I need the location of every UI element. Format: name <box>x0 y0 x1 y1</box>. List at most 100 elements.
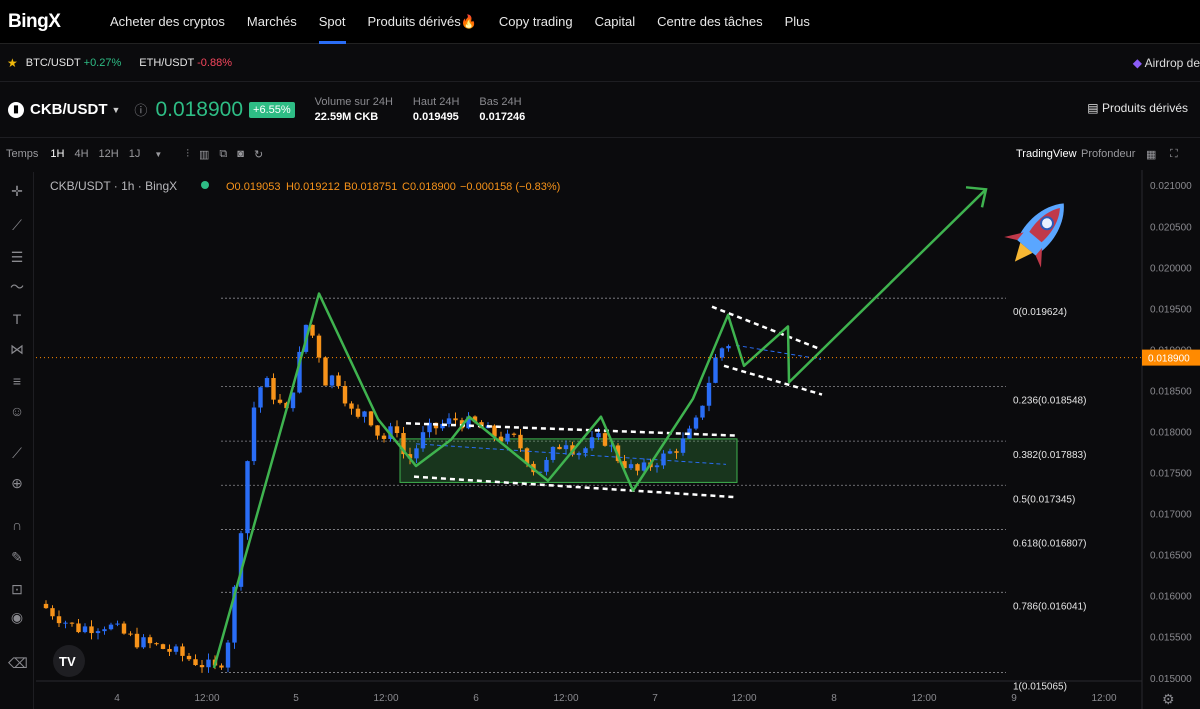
time-tick-label: 12:00 <box>373 693 398 704</box>
favorite-star-icon[interactable]: ★ <box>7 56 18 70</box>
ohlc-close: C0.018900 <box>402 181 456 193</box>
ohlc-change: −0.000158 (−0.83%) <box>460 181 560 193</box>
nav-item-2[interactable]: Spot <box>318 0 346 44</box>
green-box <box>399 438 738 483</box>
tradingview-tab[interactable]: TradingView <box>1016 148 1077 160</box>
candle-type-icon[interactable]: ▥ <box>199 148 209 161</box>
candle-body <box>258 387 263 408</box>
price-chart[interactable]: 0(0.019624) 0.236(0.018548) 0.382(0.017883… <box>36 170 1200 709</box>
crosshair-icon[interactable]: ✛ <box>8 182 26 200</box>
derivatives-link[interactable]: ▤ Produits dérivés <box>1087 101 1188 115</box>
price-tick-label: 0.020000 <box>1150 263 1192 274</box>
candle-body <box>446 418 452 424</box>
text-icon[interactable]: T <box>8 310 26 328</box>
tradingview-logo-icon: TV <box>53 645 85 677</box>
horizontal-lines-icon[interactable]: ☰ <box>8 248 26 266</box>
fib-label: 0(0.019624) <box>1013 307 1067 318</box>
smiley-icon[interactable]: ☺ <box>8 402 26 420</box>
candle-body <box>95 631 101 634</box>
pair-header: ▮ CKB/USDT ▼ ⓘ 0.018900 +6.55% Volume su… <box>0 82 1200 138</box>
svg-text:TV: TV <box>59 654 76 669</box>
candle-body <box>700 405 705 418</box>
nav-item-0[interactable]: Acheter des cryptos <box>110 0 225 44</box>
pair-selector[interactable]: CKB/USDT <box>30 101 108 118</box>
pattern-icon[interactable]: 〜 <box>8 278 26 296</box>
candle-body <box>154 643 159 645</box>
brand-logo[interactable]: BingX <box>8 11 78 33</box>
candle-body <box>394 426 400 434</box>
candle-body <box>115 623 120 625</box>
lock-icon[interactable]: ⊡ <box>8 580 26 598</box>
ohlc-high: H0.019212 <box>286 181 340 193</box>
settings-gear-icon[interactable]: ⚙ <box>1162 691 1175 707</box>
last-price: 0.018900 <box>155 97 244 121</box>
candle-body <box>76 623 81 633</box>
interval-1h[interactable]: 1H <box>50 148 64 160</box>
price-tick-label: 0.015500 <box>1150 633 1192 644</box>
price-tick-label: 0.017000 <box>1150 510 1192 521</box>
candle-body <box>277 399 283 403</box>
candle-body <box>121 623 127 634</box>
price-tick-label: 0.016000 <box>1150 592 1192 603</box>
stat-low: Bas 24H 0.017246 <box>479 96 526 123</box>
candle-body <box>355 408 361 417</box>
candle-body <box>180 646 185 656</box>
time-tick-label: 8 <box>831 693 837 704</box>
interval-1d[interactable]: 1J <box>129 148 141 160</box>
layout-grid-icon[interactable]: ▦ <box>1146 148 1156 161</box>
candle-body <box>329 375 335 386</box>
time-axis: 4 12:00 5 12:00 6 12:00 7 12:00 8 12:00 9 12:00 <box>36 680 1142 704</box>
screenshot-icon[interactable]: ◙ <box>237 148 244 160</box>
ticker-item-eth[interactable]: ETH/USDT -0.88% <box>139 57 232 69</box>
nav-item-3[interactable]: Produits dérivés🔥 <box>368 0 477 44</box>
pencil-lock-icon[interactable]: ✎ <box>8 548 26 566</box>
candle-body <box>56 616 62 624</box>
price-tick-label: 0.018500 <box>1150 386 1192 397</box>
candle-body <box>654 465 660 468</box>
candle-body <box>160 644 166 649</box>
info-icon[interactable]: ⓘ <box>134 100 147 119</box>
ruler-icon[interactable]: ⟋ <box>8 444 26 462</box>
candle-body <box>544 459 549 472</box>
time-tick-label: 12:00 <box>553 693 578 704</box>
candle-body <box>102 629 107 632</box>
zigzag-path <box>212 188 987 669</box>
ticker-item-btc[interactable]: BTC/USDT +0.27% <box>26 57 122 69</box>
eye-icon[interactable]: ◉ <box>8 608 26 626</box>
compare-icon[interactable]: ⧉ <box>219 148 227 161</box>
candle-body <box>368 411 374 426</box>
ohlc-low: B0.018751 <box>344 181 397 193</box>
candle-body <box>50 608 55 617</box>
interval-dropdown-icon[interactable]: ▼ <box>154 150 162 159</box>
candle-body <box>128 633 133 635</box>
fullscreen-icon[interactable]: ⛶ <box>1170 148 1178 161</box>
nav-item-5[interactable]: Capital <box>595 0 635 44</box>
airdrop-link[interactable]: ◆ Airdrop de <box>1133 56 1200 70</box>
candle-body <box>316 335 322 358</box>
time-tick-label: 12:00 <box>911 693 936 704</box>
interval-4h[interactable]: 4H <box>74 148 88 160</box>
fib-icon[interactable]: ≡ <box>8 372 26 390</box>
time-tick-label: 12:00 <box>731 693 756 704</box>
zoom-icon[interactable]: ⊕ <box>8 474 26 492</box>
trash-icon[interactable]: ⌫ <box>8 654 28 672</box>
magnet-icon[interactable]: ∩ <box>8 516 26 534</box>
nav-item-4[interactable]: Copy trading <box>499 0 573 44</box>
candle-body <box>141 637 146 648</box>
candle-body <box>206 659 211 668</box>
fib-label: 0.382(0.017883) <box>1013 450 1086 461</box>
time-tick-label: 9 <box>1011 693 1017 704</box>
refresh-icon[interactable]: ↻ <box>254 148 263 161</box>
indicators-icon[interactable]: ⫶ <box>186 148 189 161</box>
trendline-icon[interactable]: ⟋ <box>8 216 26 234</box>
interval-12h[interactable]: 12H <box>99 148 119 160</box>
depth-tab[interactable]: Profondeur <box>1081 148 1135 160</box>
chevron-down-icon[interactable]: ▼ <box>112 105 121 115</box>
candle-body <box>557 446 562 450</box>
nav-item-6[interactable]: Centre des tâches <box>657 0 763 44</box>
price-tick-label: 0.017500 <box>1150 469 1192 480</box>
nav-item-1[interactable]: Marchés <box>247 0 297 44</box>
candle-body <box>563 445 569 450</box>
nav-item-7[interactable]: Plus <box>785 0 810 44</box>
node-icon[interactable]: ⋈ <box>8 340 26 358</box>
